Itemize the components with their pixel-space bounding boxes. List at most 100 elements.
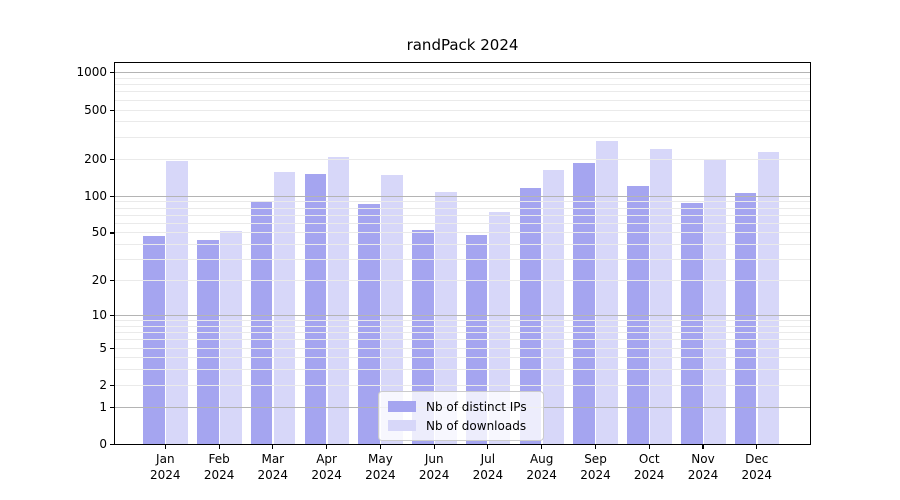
x-tick-label-year-dec: 2024: [727, 467, 787, 483]
x-tick-oct: [649, 445, 650, 449]
y-tick-50: [110, 232, 114, 233]
x-tick-label-year-mar: 2024: [243, 467, 303, 483]
figure: randPack 2024 Nb of distinct IPs Nb of d…: [0, 0, 900, 500]
y-tick-label-0: 0: [0, 436, 107, 452]
x-tick-label-year-jan: 2024: [135, 467, 195, 483]
x-tick-label-sep: Sep2024: [566, 451, 626, 483]
x-tick-label-may: May2024: [350, 451, 410, 483]
x-tick-label-year-aug: 2024: [512, 467, 572, 483]
bar-ips-feb: [197, 240, 219, 444]
y-tick-100: [110, 196, 114, 197]
x-tick-jul: [487, 445, 488, 449]
gridline-minor-200: [115, 159, 810, 160]
x-tick-label-year-jun: 2024: [404, 467, 464, 483]
bar-downloads-jan: [166, 161, 188, 444]
x-tick-label-nov: Nov2024: [673, 451, 733, 483]
gridline-minor-8: [115, 326, 810, 327]
x-tick-apr: [326, 445, 327, 449]
x-tick-label-mar: Mar2024: [243, 451, 303, 483]
y-tick-label-1: 1: [0, 399, 107, 415]
gridline-minor-30: [115, 259, 810, 260]
x-tick-label-jul: Jul2024: [458, 451, 518, 483]
gridline-major-10: [115, 315, 810, 316]
gridline-minor-50: [115, 232, 810, 233]
gridline-minor-2: [115, 385, 810, 386]
y-tick-label-200: 200: [0, 151, 107, 167]
gridline-minor-500: [115, 110, 810, 111]
gridline-minor-9: [115, 320, 810, 321]
plot-area: [114, 62, 811, 445]
legend-label-distinct-ips: Nb of distinct IPs: [426, 400, 527, 414]
legend-label-downloads: Nb of downloads: [426, 419, 526, 433]
bar-ips-nov: [681, 203, 703, 445]
y-tick-label-5: 5: [0, 340, 107, 356]
y-tick-2: [110, 385, 114, 386]
y-tick-10: [110, 315, 114, 316]
x-tick-jan: [165, 445, 166, 449]
y-tick-label-1000: 1000: [0, 64, 107, 80]
x-tick-jun: [434, 445, 435, 449]
bar-downloads-mar: [274, 172, 296, 444]
y-tick-label-50: 50: [0, 224, 107, 240]
gridline-minor-5: [115, 348, 810, 349]
x-tick-dec: [756, 445, 757, 449]
gridline-minor-70: [115, 215, 810, 216]
y-tick-label-100: 100: [0, 188, 107, 204]
y-tick-label-2: 2: [0, 377, 107, 393]
x-tick-may: [380, 445, 381, 449]
x-tick-label-jun: Jun2024: [404, 451, 464, 483]
x-tick-label-year-jul: 2024: [458, 467, 518, 483]
gridline-minor-4: [115, 357, 810, 358]
y-tick-5: [110, 348, 114, 349]
x-tick-label-year-feb: 2024: [189, 467, 249, 483]
x-tick-feb: [219, 445, 220, 449]
bar-downloads-oct: [650, 149, 672, 444]
gridline-minor-7: [115, 332, 810, 333]
y-tick-500: [110, 110, 114, 111]
x-tick-label-feb: Feb2024: [189, 451, 249, 483]
x-tick-label-year-oct: 2024: [619, 467, 679, 483]
gridline-minor-700: [115, 91, 810, 92]
gridline-minor-80: [115, 208, 810, 209]
gridline-minor-90: [115, 201, 810, 202]
gridline-minor-60: [115, 223, 810, 224]
y-tick-200: [110, 159, 114, 160]
gridline-minor-3: [115, 369, 810, 370]
bar-ips-may: [358, 204, 380, 444]
x-tick-nov: [702, 445, 703, 449]
gridline-minor-6: [115, 339, 810, 340]
x-tick-label-year-nov: 2024: [673, 467, 733, 483]
gridline-minor-600: [115, 100, 810, 101]
legend-swatch-distinct-ips: [388, 401, 416, 412]
gridline-minor-400: [115, 121, 810, 122]
gridline-major-1000: [115, 72, 810, 73]
y-tick-label-10: 10: [0, 307, 107, 323]
x-tick-label-year-sep: 2024: [566, 467, 626, 483]
x-tick-label-jan: Jan2024: [135, 451, 195, 483]
gridline-minor-900: [115, 78, 810, 79]
legend-swatch-downloads: [388, 420, 416, 431]
bar-downloads-sep: [596, 141, 618, 444]
y-tick-0: [110, 444, 114, 445]
x-tick-sep: [595, 445, 596, 449]
x-tick-label-aug: Aug2024: [512, 451, 572, 483]
bar-downloads-feb: [220, 231, 242, 444]
x-tick-mar: [272, 445, 273, 449]
gridline-major-100: [115, 196, 810, 197]
x-tick-aug: [541, 445, 542, 449]
legend: Nb of distinct IPs Nb of downloads: [378, 391, 544, 441]
y-tick-20: [110, 280, 114, 281]
bar-downloads-aug: [543, 170, 565, 444]
legend-item-distinct-ips: Nb of distinct IPs: [388, 397, 534, 416]
gridline-minor-20: [115, 280, 810, 281]
bar-ips-sep: [573, 163, 595, 445]
x-tick-label-year-apr: 2024: [297, 467, 357, 483]
y-tick-1000: [110, 72, 114, 73]
y-tick-label-500: 500: [0, 102, 107, 118]
gridline-minor-300: [115, 137, 810, 138]
gridline-minor-40: [115, 244, 810, 245]
y-tick-label-20: 20: [0, 272, 107, 288]
legend-item-downloads: Nb of downloads: [388, 416, 534, 435]
x-tick-label-oct: Oct2024: [619, 451, 679, 483]
y-tick-1: [110, 407, 114, 408]
